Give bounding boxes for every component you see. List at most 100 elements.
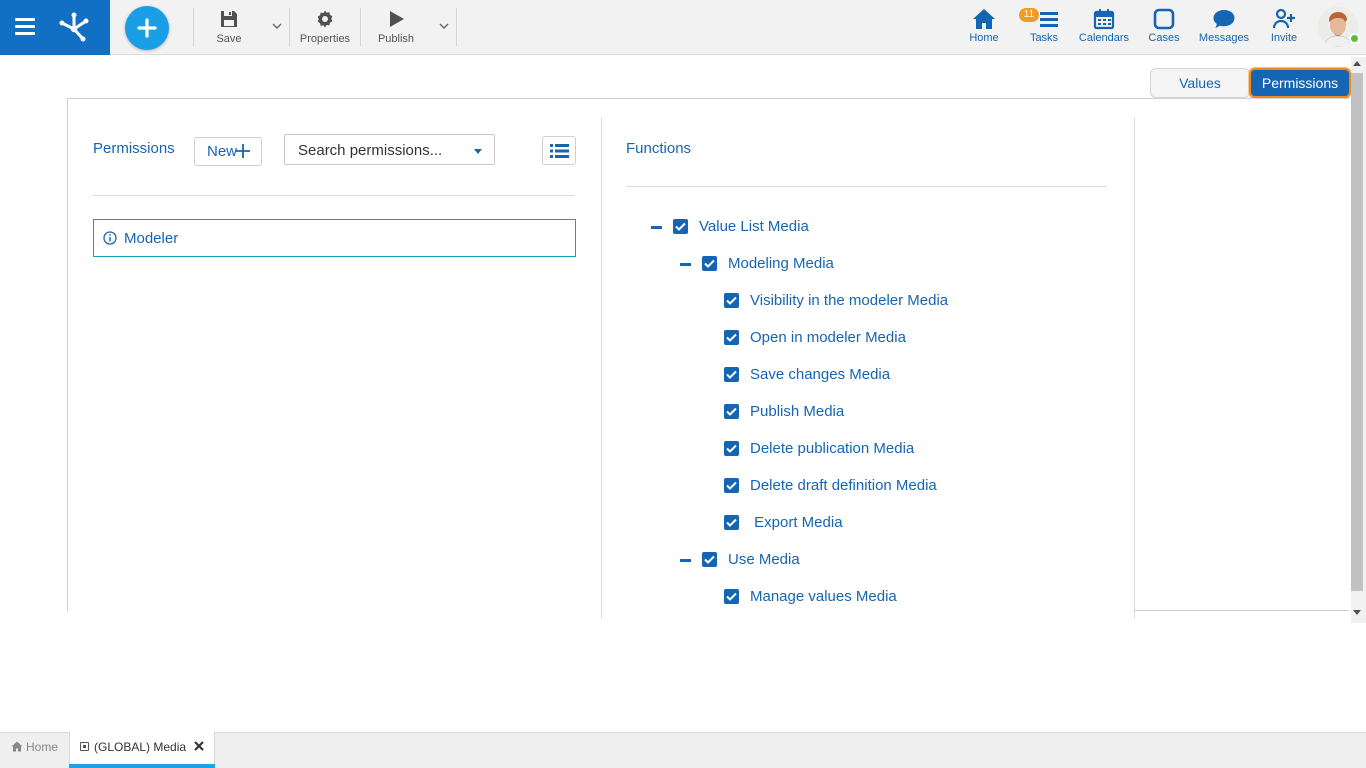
function-checkbox[interactable] [724, 330, 739, 345]
function-label[interactable]: Visibility in the modeler Media [750, 292, 948, 309]
plus-icon [137, 18, 157, 38]
nav-cases-label: Cases [1148, 32, 1180, 44]
nav-messages[interactable]: Messages [1196, 0, 1252, 55]
permission-item-modeler[interactable]: Modeler [93, 219, 576, 257]
home-icon [973, 9, 995, 29]
panel-divider [1134, 610, 1349, 611]
section-divider [626, 186, 1107, 187]
new-permission-button[interactable]: New [194, 137, 262, 166]
nav-calendars[interactable]: Calendars [1077, 0, 1131, 55]
permissions-panel [67, 98, 1349, 611]
collapse-minus-icon[interactable] [680, 559, 691, 562]
function-label[interactable]: Export Media [750, 514, 842, 531]
add-new-button[interactable] [125, 6, 169, 50]
checkmark-icon [726, 518, 737, 527]
properties-label: Properties [299, 33, 351, 45]
bottom-tab-media[interactable]: (GLOBAL) Media [69, 732, 215, 768]
toolbar-divider [193, 8, 194, 46]
function-checkbox[interactable] [724, 404, 739, 419]
function-checkbox[interactable] [724, 515, 739, 530]
publish-button[interactable]: Publish [371, 0, 421, 55]
document-icon [80, 742, 89, 751]
column-divider [1134, 118, 1135, 618]
scrollbar-thumb[interactable] [1351, 73, 1363, 591]
floppy-disk-icon [221, 11, 237, 27]
permissions-title: Permissions [93, 140, 175, 157]
checkmark-icon [675, 222, 686, 231]
bottom-tab-home[interactable]: Home [0, 732, 69, 768]
search-permissions-placeholder: Search permissions... [298, 142, 443, 159]
nav-tasks[interactable]: 11 Tasks [1019, 0, 1066, 55]
checkmark-icon [726, 592, 737, 601]
nav-messages-label: Messages [1198, 32, 1250, 44]
function-label[interactable]: Value List Media [699, 218, 809, 235]
function-checkbox[interactable] [724, 589, 739, 604]
checkmark-icon [726, 333, 737, 342]
checkmark-icon [704, 555, 715, 564]
function-checkbox[interactable] [702, 552, 717, 567]
plus-icon [236, 144, 250, 158]
checkmark-icon [726, 296, 737, 305]
function-tree-row: Use Media [0, 551, 800, 570]
function-tree-row: Save changes Media [0, 366, 890, 385]
app-logo-icon[interactable] [56, 9, 92, 45]
function-tree-row: Delete publication Media [0, 440, 914, 459]
new-permission-label: New [207, 143, 238, 160]
nav-home[interactable]: Home [962, 0, 1006, 55]
checkmark-icon [704, 259, 715, 268]
save-options-chevron-down-icon[interactable] [271, 20, 283, 32]
function-tree-row: Value List Media [0, 218, 809, 237]
function-checkbox[interactable] [724, 367, 739, 382]
nav-invite-label: Invite [1270, 32, 1298, 44]
function-label[interactable]: Delete publication Media [750, 440, 914, 457]
nav-invite[interactable]: Invite [1264, 0, 1304, 55]
tab-values[interactable]: Values [1150, 68, 1250, 98]
function-checkbox[interactable] [673, 219, 688, 234]
function-checkbox[interactable] [724, 441, 739, 456]
play-icon [390, 11, 404, 27]
toolbar-divider [289, 8, 290, 46]
nav-cases[interactable]: Cases [1143, 0, 1185, 55]
checkmark-icon [726, 444, 737, 453]
publish-options-chevron-down-icon[interactable] [438, 20, 450, 32]
function-label[interactable]: Open in modeler Media [750, 329, 906, 346]
brand-area [0, 0, 110, 55]
search-permissions-dropdown[interactable]: Search permissions... [284, 134, 495, 165]
save-button[interactable]: Save [204, 0, 254, 55]
tab-permissions[interactable]: Permissions [1249, 68, 1351, 98]
collapse-minus-icon[interactable] [680, 263, 691, 266]
menu-hamburger-icon[interactable] [15, 18, 35, 36]
function-checkbox[interactable] [724, 293, 739, 308]
function-tree-row: Publish Media [0, 403, 844, 422]
function-tree-row: Manage values Media [0, 588, 897, 607]
section-divider [93, 195, 574, 196]
online-status-indicator [1349, 33, 1360, 44]
chat-bubble-icon [1213, 10, 1235, 28]
nav-calendars-label: Calendars [1078, 32, 1130, 44]
publish-label: Publish [377, 33, 415, 45]
scroll-up-arrow-icon[interactable] [1353, 61, 1361, 66]
function-label[interactable]: Save changes Media [750, 366, 890, 383]
nav-tasks-label: Tasks [1029, 32, 1059, 44]
function-checkbox[interactable] [724, 478, 739, 493]
function-label[interactable]: Publish Media [750, 403, 844, 420]
bottom-tab-home-label: Home [26, 740, 59, 754]
function-checkbox[interactable] [702, 256, 717, 271]
close-icon[interactable] [194, 741, 204, 751]
caret-down-icon [474, 149, 482, 154]
add-user-icon [1272, 8, 1295, 29]
functions-title: Functions [626, 140, 692, 157]
function-tree-row: Export Media [0, 514, 843, 533]
collapse-minus-icon[interactable] [651, 226, 662, 229]
scroll-down-arrow-icon[interactable] [1353, 610, 1361, 615]
function-tree-row: Visibility in the modeler Media [0, 292, 948, 311]
function-label[interactable]: Delete draft definition Media [750, 477, 937, 494]
function-label[interactable]: Manage values Media [750, 588, 897, 605]
tasks-list-icon [1040, 12, 1059, 27]
properties-button[interactable]: Properties [296, 0, 354, 55]
function-label[interactable]: Use Media [728, 551, 800, 568]
function-label[interactable]: Modeling Media [728, 255, 834, 272]
function-tree-row: Delete draft definition Media [0, 477, 937, 496]
checkmark-icon [726, 370, 737, 379]
list-view-button[interactable] [542, 136, 576, 165]
